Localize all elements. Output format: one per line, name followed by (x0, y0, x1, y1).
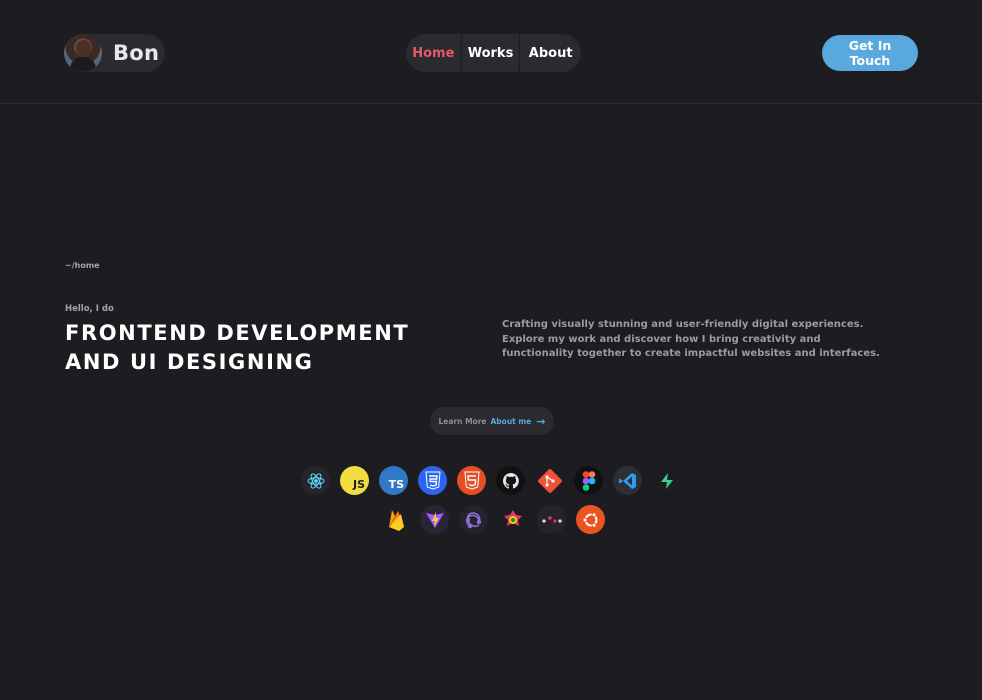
typescript-icon: TS (379, 466, 408, 495)
supabase-icon (652, 466, 681, 495)
html5-icon (457, 466, 486, 495)
nav-works[interactable]: Works (460, 34, 520, 72)
css3-icon (418, 466, 447, 495)
brand[interactable]: Bon (64, 34, 165, 72)
headline-line-1: FRONTEND DEVELOPMENT (65, 321, 410, 345)
page-title: FRONTEND DEVELOPMENT AND UI DESIGNING (65, 319, 425, 377)
learn-more-button[interactable]: Learn More About me → (430, 407, 554, 435)
ts-label: TS (388, 478, 404, 491)
ubuntu-icon (576, 505, 605, 534)
redux-icon (459, 505, 488, 534)
avatar (64, 34, 102, 72)
main-nav: Home Works About (406, 34, 581, 72)
git-icon (535, 466, 564, 495)
figma-icon (574, 466, 603, 495)
about-me-link: About me (490, 416, 532, 426)
vite-icon (420, 505, 449, 534)
javascript-icon: JS (340, 466, 369, 495)
nav-about[interactable]: About (519, 34, 581, 72)
tech-icons-row-2 (381, 505, 605, 534)
react-icon (301, 466, 330, 495)
greeting: Hello, I do (65, 304, 114, 314)
site-header: Bon Home Works About Get In Touch (0, 0, 982, 104)
js-label: JS (352, 478, 365, 491)
get-in-touch-button[interactable]: Get In Touch (822, 35, 918, 71)
vscode-icon (613, 466, 642, 495)
github-icon (496, 466, 525, 495)
hero-description: Crafting visually stunning and user-frie… (502, 319, 880, 359)
headline-line-2: AND UI DESIGNING (65, 350, 314, 374)
learn-more-label: Learn More (438, 416, 487, 426)
nav-home[interactable]: Home (406, 34, 461, 72)
framer-icon (498, 505, 527, 534)
arrow-right-icon: → (536, 414, 546, 428)
firebase-icon (381, 505, 410, 534)
breadcrumb: ~/home (65, 261, 100, 270)
brand-name: Bon (113, 41, 160, 65)
tech-icons-row-1: JS TS (301, 466, 681, 495)
dots-icon (537, 505, 566, 534)
